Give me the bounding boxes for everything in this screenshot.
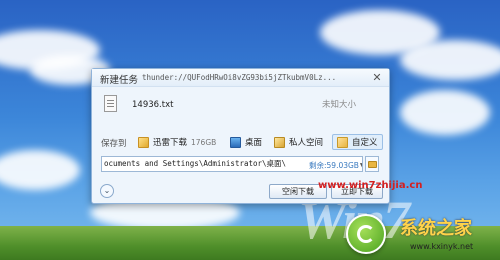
save-option-label: 迅雷下载 bbox=[153, 138, 188, 148]
site-logo-text: 系统之家 bbox=[400, 218, 472, 239]
save-option-desktop[interactable]: 桌面 bbox=[230, 134, 262, 150]
save-option-size: 176GB bbox=[191, 137, 217, 147]
desktop-icon bbox=[230, 136, 241, 148]
site-badge-icon bbox=[346, 214, 386, 254]
chevron-down-icon[interactable]: ▼ bbox=[357, 159, 362, 171]
save-path-row: ocuments and Settings\Administrator\桌面\ … bbox=[92, 155, 389, 173]
xunlei-folder-icon bbox=[138, 136, 149, 148]
file-name: 14936.txt bbox=[132, 100, 174, 110]
save-option-custom[interactable]: 自定义 bbox=[332, 134, 383, 150]
save-location-row: 保存到 迅雷下载 176GB 桌面 私人空间 自定义 bbox=[92, 133, 389, 151]
close-icon[interactable]: ✕ bbox=[371, 72, 383, 84]
browse-folder-button[interactable] bbox=[365, 156, 379, 172]
dialog-title: 新建任务 bbox=[100, 75, 139, 86]
text-file-icon bbox=[104, 95, 117, 112]
cloud bbox=[0, 150, 80, 190]
cloud bbox=[400, 40, 500, 80]
save-option-label: 桌面 bbox=[245, 138, 263, 148]
thunder-url: thunder://QUFodHRwOi8vZG93bi5jZTkubmV0Lz… bbox=[142, 73, 337, 82]
save-option-private-space[interactable]: 私人空间 bbox=[274, 134, 323, 150]
save-option-label: 私人空间 bbox=[289, 138, 324, 148]
dialog-titlebar: 新建任务 thunder://QUFodHRwOi8vZG93bi5jZTkub… bbox=[92, 69, 389, 87]
save-path-input[interactable]: ocuments and Settings\Administrator\桌面\ … bbox=[101, 156, 363, 172]
expand-options-button[interactable]: ⌄ bbox=[100, 184, 114, 198]
file-size: 未知大小 bbox=[321, 100, 356, 110]
custom-folder-icon bbox=[337, 136, 348, 148]
save-option-label: 自定义 bbox=[352, 138, 378, 148]
save-to-label: 保存到 bbox=[101, 139, 127, 149]
file-row: 14936.txt 未知大小 bbox=[92, 91, 389, 119]
private-space-icon bbox=[274, 136, 285, 148]
save-path-value: ocuments and Settings\Administrator\桌面\ bbox=[104, 159, 287, 168]
free-space: 剩余:59.03GB bbox=[309, 159, 359, 171]
save-option-xunlei[interactable]: 迅雷下载 176GB bbox=[138, 134, 216, 150]
chevron-down-icon: ⌄ bbox=[103, 186, 111, 195]
cloud bbox=[400, 90, 490, 135]
site-url: www.kxinyk.net bbox=[410, 242, 474, 251]
watermark-site: www.win7zhijia.cn bbox=[318, 180, 423, 191]
refresh-arrow-icon bbox=[357, 225, 375, 243]
folder-icon bbox=[368, 161, 377, 168]
